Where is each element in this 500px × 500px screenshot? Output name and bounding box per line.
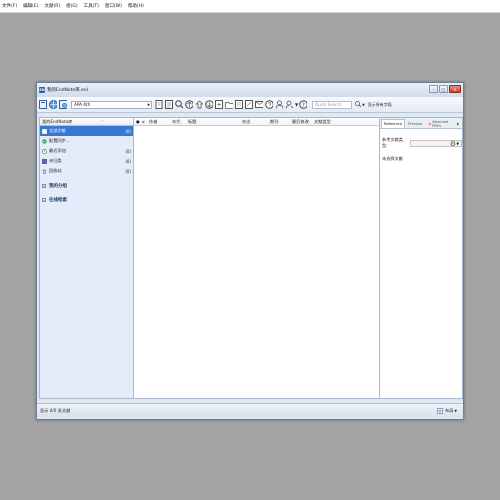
menu-window[interactable]: 窗口(W) [105, 3, 122, 9]
open-folder-icon[interactable] [225, 100, 233, 109]
reference-type-label: 参考文献类型: [382, 137, 403, 148]
pdf-icon: ⊿ [428, 121, 432, 126]
chevron-right-icon[interactable]: ▸ [457, 121, 459, 126]
reference-list[interactable]: ● ⌀ 作者 年代 标题 杂志 期刊 最后修改 文献类型 [134, 117, 379, 399]
column-periodical[interactable]: 期刊 [270, 119, 278, 125]
column-last-updated[interactable]: 最后修改 [292, 119, 309, 125]
groups-panel-header[interactable]: 我的EndNote库 ˄ [40, 118, 133, 126]
maximize-button[interactable]: □ [439, 85, 448, 93]
status-text: 显示 0/0 条文献 [40, 407, 71, 413]
library-window: EN 我的EndNote库.enl – □ ✕ APA 6th ▼ ▼ ? Qu… [36, 82, 464, 420]
user-icon[interactable] [275, 100, 283, 109]
chevron-down-icon[interactable]: ▼ [362, 103, 365, 107]
chevron-down-icon: ▼ [454, 408, 457, 413]
share-icon[interactable] [285, 100, 293, 109]
insert-citation-icon[interactable] [155, 100, 163, 109]
export-icon[interactable] [255, 100, 263, 109]
column-journal[interactable]: 杂志 [242, 119, 250, 125]
upload-icon[interactable] [195, 100, 203, 109]
window-title: 我的EndNote库.enl [47, 88, 89, 93]
menu-groups[interactable]: 组(G) [66, 3, 78, 9]
column-reference-type[interactable]: 文献类型 [314, 119, 331, 125]
open-link-icon[interactable] [185, 100, 193, 109]
integrated-library-icon[interactable] [59, 100, 67, 109]
layout-menu[interactable]: 布局 ▼ [437, 408, 457, 414]
menu-file[interactable]: 文件(F) [2, 3, 17, 9]
tab-reference[interactable]: Reference [381, 119, 406, 128]
menu-help[interactable]: 帮助(H) [128, 3, 144, 9]
new-reference-icon[interactable] [215, 100, 223, 109]
sidebar-item-unfiled[interactable]: 未归类 (0) [40, 156, 133, 166]
search-option-label[interactable]: 显示所有字段 [368, 102, 392, 108]
tab-attached-pdfs[interactable]: ⊿ Attached PDFs [425, 119, 454, 128]
recent-icon [42, 148, 47, 154]
column-author[interactable]: 作者 [149, 119, 157, 125]
download-icon[interactable] [205, 100, 213, 109]
menu-tools[interactable]: 工具(T) [84, 3, 99, 9]
reference-list-header: ● ⌀ 作者 年代 标题 杂志 期刊 最后修改 文献类型 [134, 118, 379, 126]
gear-icon[interactable]: ⚙ [450, 140, 456, 148]
group-online-search[interactable]: − 在线检索 [40, 193, 133, 207]
window-titlebar[interactable]: EN 我的EndNote库.enl – □ ✕ [37, 83, 463, 97]
online-search-mode-icon[interactable] [49, 100, 57, 109]
find-full-text-icon[interactable] [175, 100, 183, 109]
help-circle-icon[interactable]: ? [299, 100, 308, 109]
close-button[interactable]: ✕ [449, 85, 461, 93]
app-icon: EN [39, 87, 45, 93]
attachment-icon[interactable]: ⌀ [142, 119, 145, 124]
menubar: 文件(F) 编辑(E) 文献(R) 组(G) 工具(T) 窗口(W) 帮助(H) [0, 0, 500, 13]
format-bibliography-icon[interactable] [165, 100, 173, 109]
chevron-down-icon[interactable]: ▼ [295, 102, 298, 107]
menu-edit[interactable]: 编辑(E) [23, 3, 38, 9]
chevron-down-icon: ▼ [147, 102, 150, 107]
reference-panel: Reference Preview ⊿ Attached PDFs ⌇ ▸ 参考… [379, 117, 463, 399]
local-library-icon[interactable] [39, 100, 47, 109]
sync-icon [42, 138, 47, 144]
layout-icon [437, 407, 443, 414]
online-help-icon[interactable] [265, 100, 273, 109]
search-icon[interactable] [355, 101, 362, 108]
collapse-icon[interactable]: − [42, 198, 46, 202]
group-my-groups[interactable]: − 我的分组 [40, 179, 133, 193]
sidebar-item-trash[interactable]: 回收站 (0) [40, 166, 133, 176]
column-title[interactable]: 标题 [188, 119, 196, 125]
quick-search-input[interactable]: Quick Search [312, 100, 353, 109]
read-status-icon[interactable]: ● [136, 119, 140, 124]
trash-icon [42, 169, 47, 174]
sidebar-item-all-references[interactable]: 全部文献 (0) [40, 126, 133, 136]
svg-text:?: ? [302, 102, 305, 108]
tab-preview[interactable]: Preview [405, 119, 425, 128]
groups-panel: 我的EndNote库 ˄ 全部文献 (0) 配置同步... 最近添加 (0) 未… [39, 117, 134, 399]
column-year[interactable]: 年代 [172, 119, 180, 125]
reference-panel-tabs: Reference Preview ⊿ Attached PDFs ⌇ ▸ [380, 118, 462, 129]
attach-file-icon[interactable] [235, 100, 243, 109]
chevron-up-icon[interactable]: ˄ [101, 120, 103, 124]
open-pdf-icon[interactable] [245, 100, 253, 109]
sidebar-item-sync[interactable]: 配置同步... [40, 136, 133, 146]
library-icon [42, 128, 47, 134]
menu-references[interactable]: 文献(R) [44, 3, 60, 9]
sidebar-item-recently-added[interactable]: 最近添加 (0) [40, 146, 133, 156]
output-style-select[interactable]: APA 6th ▼ [71, 100, 152, 109]
toolbar: APA 6th ▼ ▼ ? Quick Search ▼ 显示所有字段 [37, 97, 463, 113]
statusbar: 显示 0/0 条文献 布局 ▼ [37, 403, 463, 417]
minimize-button[interactable]: – [429, 85, 438, 93]
no-selection-text: 未选择文献 [382, 156, 403, 161]
chevron-down-icon[interactable]: ▼ [457, 142, 459, 146]
collapse-icon[interactable]: − [42, 184, 46, 188]
unfiled-icon [42, 158, 47, 164]
